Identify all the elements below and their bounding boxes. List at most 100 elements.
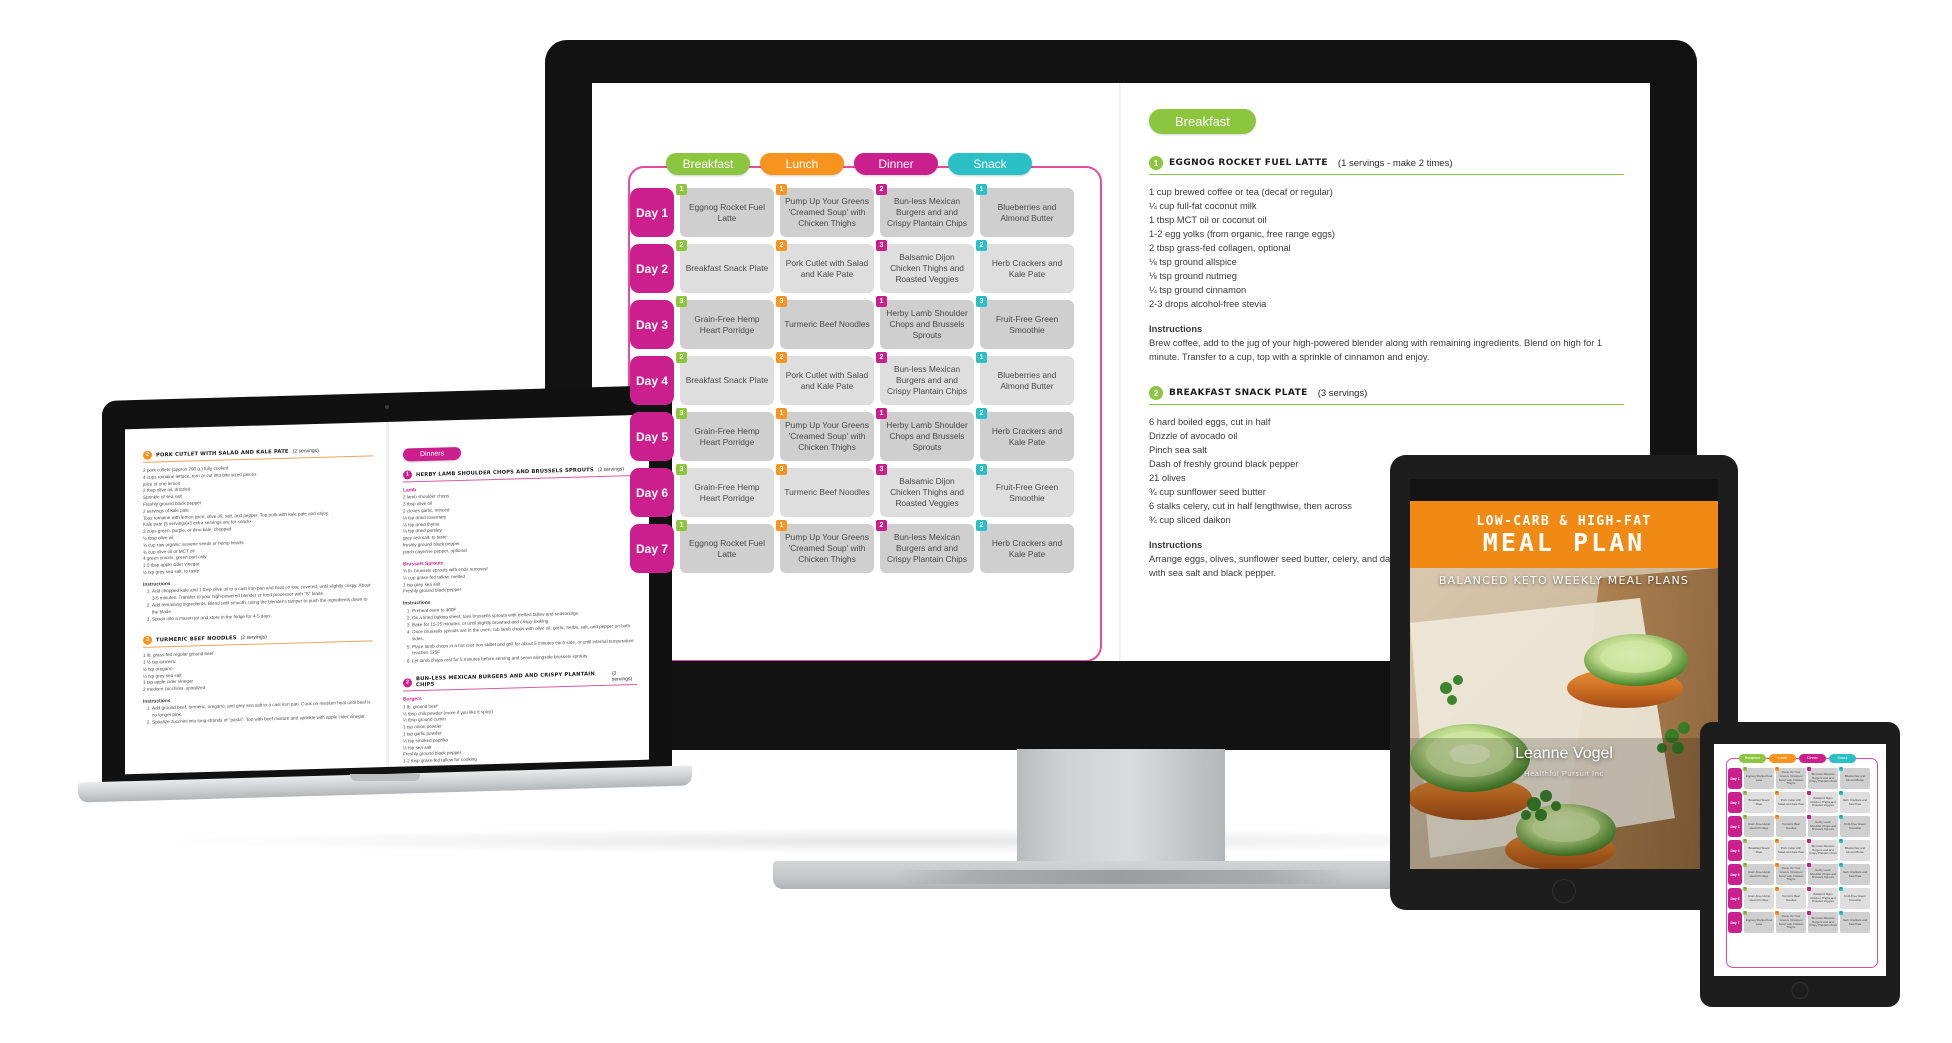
meal-cell[interactable]: 2 Breakfast Snack Plate: [1743, 838, 1774, 861]
meal-cell[interactable]: 1 Pump Up Your Greens 'Creamed Soup' with…: [1775, 766, 1806, 789]
meal-number-badge: 1: [776, 520, 787, 531]
recipe-ingredient-groups: Lamb 2 lamb shoulder chops 3 tbsp olive oi…: [403, 481, 637, 596]
meal-cell[interactable]: 1 Blueberries and Almond Butter: [1839, 766, 1870, 789]
meal-cell[interactable]: 3 Fruit-Free Green Smoothie: [976, 464, 1074, 517]
column-header-snack[interactable]: Snack: [1829, 754, 1856, 763]
meal-cell[interactable]: 3 Grain-Free Hemp Heart Porridge: [1743, 862, 1774, 885]
meal-cell[interactable]: 1 Pump Up Your Greens 'Creamed Soup' with…: [1775, 862, 1806, 885]
meal-cell[interactable]: 2 Breakfast Snack Plate: [676, 240, 774, 293]
meal-cell[interactable]: 1 Blueberries and Almond Butter: [976, 184, 1074, 237]
recipe-number-badge: 1: [1149, 156, 1163, 170]
meal-number-badge: 3: [1807, 790, 1811, 795]
meal-name: Breakfast Snack Plate: [685, 375, 769, 385]
meal-cell[interactable]: 3 Fruit-Free Green Smoothie: [976, 296, 1074, 349]
meal-name: Turmeric Beef Noodles: [1781, 893, 1801, 902]
meal-name: Bun-less Mexican Burgers and and Crispy …: [886, 364, 968, 396]
column-header-dinner[interactable]: Dinner: [854, 153, 938, 175]
meal-number-badge: 2: [776, 240, 787, 251]
meal-cell[interactable]: 2 Bun-less Mexican Burgers and and Crispy…: [876, 520, 974, 573]
meal-cell[interactable]: 1 Pump Up Your Greens 'Creamed Soup' with…: [776, 408, 874, 461]
meal-cell[interactable]: 2 Bun-less Mexican Burgers and and Crispy…: [876, 352, 974, 405]
meal-cell[interactable]: 3 Grain-Free Hemp Heart Porridge: [676, 408, 774, 461]
column-header-snack[interactable]: Snack: [948, 153, 1032, 175]
column-header-lunch[interactable]: Lunch: [1769, 754, 1796, 763]
recipe-ingredients: 1 cup brewed coffee or tea (decaf or reg…: [1149, 185, 1624, 311]
meal-cell[interactable]: 2 Pork Cutlet with Salad and Kale Pate: [1775, 790, 1806, 813]
recipe-title: PORK CUTLET WITH SALAD AND KALE PATE: [156, 448, 289, 458]
meal-name: Breakfast Snack Plate: [1748, 797, 1770, 806]
home-button-icon[interactable]: [1552, 879, 1576, 903]
meal-cell[interactable]: 1 Herby Lamb Shoulder Chops and Brussels …: [1807, 862, 1838, 885]
meal-cell[interactable]: 2 Breakfast Snack Plate: [1743, 790, 1774, 813]
breakfast-section-label: Breakfast: [1149, 109, 1256, 134]
meal-cell[interactable]: 2 Pork Cutlet with Salad and Kale Pate: [776, 352, 874, 405]
meal-cell[interactable]: 2 Herb Crackers and Kale Pate: [976, 240, 1074, 293]
meal-cell[interactable]: 3 Grain-Free Hemp Heart Porridge: [1743, 814, 1774, 837]
meal-number-badge: 3: [776, 464, 787, 475]
meal-cell[interactable]: 1 Eggnog Rocket Fuel Latte: [1743, 910, 1774, 933]
meal-cell[interactable]: 3 Fruit-Free Green Smoothie: [1839, 814, 1870, 837]
meal-cell[interactable]: 3 Turmeric Beef Noodles: [776, 464, 874, 517]
day-label: Day 3: [630, 300, 674, 349]
meal-cell[interactable]: 2 Pork Cutlet with Salad and Kale Pate: [1775, 838, 1806, 861]
meal-name: Fruit-Free Green Smoothie: [1844, 821, 1866, 830]
meal-cell[interactable]: 1 Herby Lamb Shoulder Chops and Brussels …: [876, 408, 974, 461]
meal-cell[interactable]: 3 Balsamic Dijon Chicken Thighs and Roast…: [1807, 886, 1838, 909]
meal-cell[interactable]: 3 Grain-Free Hemp Heart Porridge: [676, 464, 774, 517]
meal-name: Herby Lamb Shoulder Chops and Brussels S…: [1809, 819, 1837, 832]
cover-brand: Healthful Pursuit Inc: [1524, 769, 1604, 778]
recipe-header: 1 HERBY LAMB SHOULDER CHOPS AND BRUSSELS…: [403, 464, 637, 480]
meal-cell[interactable]: 2 Breakfast Snack Plate: [676, 352, 774, 405]
meal-cell[interactable]: 1 Pump Up Your Greens 'Creamed Soup' with…: [776, 520, 874, 573]
meal-cell[interactable]: 2 Bun-less Mexican Burgers and and Crispy…: [1807, 910, 1838, 933]
meal-cell[interactable]: 2 Herb Crackers and Kale Pate: [976, 408, 1074, 461]
meal-cell[interactable]: 2 Herb Crackers and Kale Pate: [976, 520, 1074, 573]
meal-cell[interactable]: 3 Balsamic Dijon Chicken Thighs and Roast…: [876, 240, 974, 293]
meal-cell[interactable]: 2 Herb Crackers and Kale Pate: [1839, 910, 1870, 933]
recipe-herby-lamb-chops: 1 HERBY LAMB SHOULDER CHOPS AND BRUSSELS…: [403, 464, 637, 665]
meal-cell[interactable]: 1 Eggnog Rocket Fuel Latte: [676, 520, 774, 573]
meal-cell[interactable]: 2 Pork Cutlet with Salad and Kale Pate: [776, 240, 874, 293]
meal-cell[interactable]: 1 Herby Lamb Shoulder Chops and Brussels …: [1807, 814, 1838, 837]
meal-cell[interactable]: 3 Fruit-Free Green Smoothie: [1839, 886, 1870, 909]
meal-cell[interactable]: 1 Herby Lamb Shoulder Chops and Brussels …: [876, 296, 974, 349]
cover-title-band: LOW-CARB & HIGH-FAT MEAL PLAN: [1410, 501, 1718, 568]
meal-number-badge: 3: [1775, 886, 1779, 891]
meal-cell[interactable]: 3 Balsamic Dijon Chicken Thighs and Roast…: [1807, 790, 1838, 813]
meal-cell[interactable]: 3 Turmeric Beef Noodles: [1775, 814, 1806, 837]
meal-cell[interactable]: 1 Blueberries and Almond Butter: [976, 352, 1074, 405]
meal-cell[interactable]: 2 Herb Crackers and Kale Pate: [1839, 862, 1870, 885]
meal-number-badge: 2: [1775, 838, 1779, 843]
meal-cell[interactable]: 3 Balsamic Dijon Chicken Thighs and Roast…: [876, 464, 974, 517]
cover-title: MEAL PLAN: [1482, 527, 1646, 557]
dinners-recipes-page: Dinners 1 HERBY LAMB SHOULDER CHOPS AND …: [387, 415, 649, 767]
meal-name: Herb Crackers and Kale Pate: [1842, 917, 1868, 926]
meal-cell[interactable]: 3 Grain-Free Hemp Heart Porridge: [1743, 886, 1774, 909]
meal-cell[interactable]: 3 Grain-Free Hemp Heart Porridge: [676, 296, 774, 349]
meal-cell[interactable]: 2 Herb Crackers and Kale Pate: [1839, 790, 1870, 813]
column-header-lunch[interactable]: Lunch: [760, 153, 844, 175]
meal-cell[interactable]: 2 Bun-less Mexican Burgers and and Crispy…: [876, 184, 974, 237]
meal-number-badge: 3: [876, 240, 887, 251]
meal-number-badge: 3: [1775, 814, 1779, 819]
meal-cell[interactable]: 2 Bun-less Mexican Burgers and and Crispy…: [1807, 838, 1838, 861]
meal-cell[interactable]: 1 Eggnog Rocket Fuel Latte: [1743, 766, 1774, 789]
ingredient-line: ⅛ tsp ground nutmeg: [1149, 271, 1237, 281]
meal-plan-rows: Day 1 1 Eggnog Rocket Fuel Latte 1 Pump Up Y…: [1722, 764, 1878, 933]
column-header-dinner[interactable]: Dinner: [1799, 754, 1826, 763]
meal-name: Pump Up Your Greens 'Creamed Soup' with …: [1778, 769, 1804, 786]
meal-number-badge: 2: [976, 520, 987, 531]
recipe-number-badge: 2: [1149, 386, 1163, 400]
meal-cell[interactable]: 1 Eggnog Rocket Fuel Latte: [676, 184, 774, 237]
column-header-breakfast[interactable]: Breakfast: [1739, 754, 1766, 763]
column-header-breakfast[interactable]: Breakfast: [666, 153, 750, 175]
home-button-icon[interactable]: [1791, 982, 1809, 999]
meal-cell[interactable]: 2 Bun-less Mexican Burgers and and Crispy…: [1807, 766, 1838, 789]
meal-cell[interactable]: 3 Turmeric Beef Noodles: [776, 296, 874, 349]
meal-cell[interactable]: 1 Pump Up Your Greens 'Creamed Soup' with…: [776, 184, 874, 237]
meal-name: Grain-Free Hemp Heart Porridge: [1747, 821, 1771, 830]
meal-cell[interactable]: 3 Turmeric Beef Noodles: [1775, 886, 1806, 909]
meal-cell[interactable]: 1 Pump Up Your Greens 'Creamed Soup' with…: [1775, 910, 1806, 933]
meal-cell[interactable]: 1 Blueberries and Almond Butter: [1839, 838, 1870, 861]
meal-name: Grain-Free Hemp Heart Porridge: [694, 313, 760, 335]
